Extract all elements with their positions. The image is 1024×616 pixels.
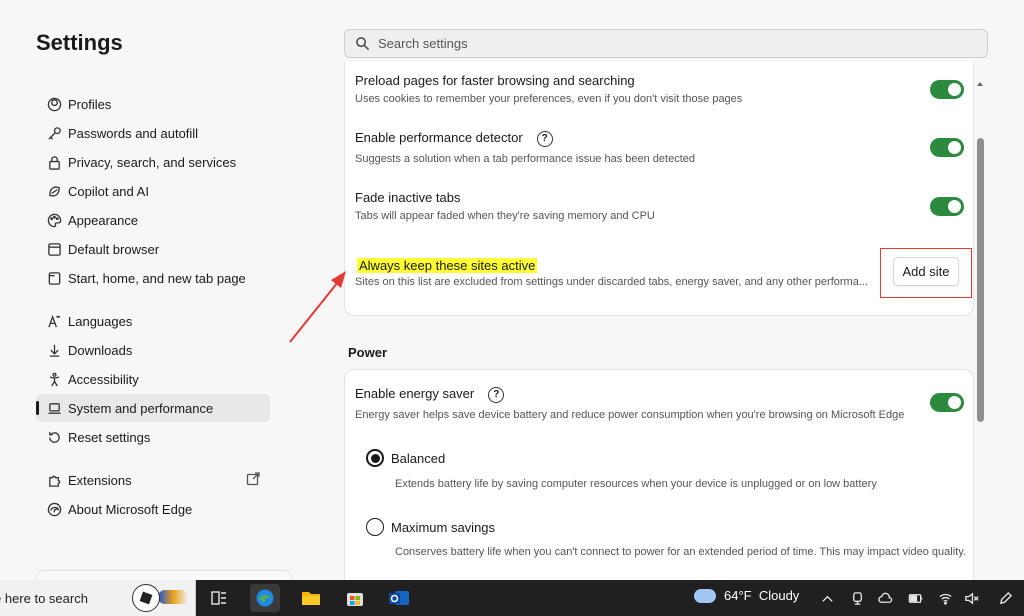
wifi-icon[interactable] [936, 589, 954, 607]
sidebar-item-label: Passwords and autofill [68, 125, 199, 141]
pen-icon[interactable] [996, 589, 1014, 607]
profile-icon [46, 96, 62, 112]
fade-tabs-description: Tabs will appear faded when they're savi… [355, 210, 655, 222]
radio-balanced[interactable] [366, 449, 384, 467]
energy-saver-title: Enable energy saver [355, 386, 475, 401]
key-icon [46, 125, 62, 141]
taskbar-search[interactable]: e here to search [0, 580, 196, 616]
sidebar-item-passwords[interactable]: Passwords and autofill [36, 119, 270, 147]
option-balanced-description: Extends battery life by saving computer … [395, 478, 877, 490]
browser-icon [46, 241, 62, 257]
performance-detector-row: Enable performance detector? [355, 130, 553, 147]
puzzle-icon [46, 472, 62, 488]
open-external-icon[interactable] [246, 472, 260, 486]
battery-icon[interactable] [906, 589, 924, 607]
preload-description: Uses cookies to remember your preference… [355, 93, 743, 105]
weather-temp: 64°F [724, 588, 752, 603]
fade-tabs-title: Fade inactive tabs [355, 190, 461, 205]
cloud-icon [694, 588, 716, 603]
sidebar-item-extensions[interactable]: Extensions [36, 466, 270, 494]
page-title: Settings [36, 30, 123, 55]
search-input[interactable] [378, 36, 938, 51]
preload-title: Preload pages for faster browsing and se… [355, 73, 635, 88]
home-icon [46, 270, 62, 286]
sidebar-item-label: Downloads [68, 342, 133, 358]
sidebar-item-label: Extensions [68, 472, 132, 488]
search-highlight-streak [158, 590, 188, 604]
outlook-icon[interactable] [384, 584, 414, 612]
edge-icon [46, 501, 62, 517]
cloud-sync-icon[interactable] [876, 589, 894, 607]
performance-detector-title: Enable performance detector [355, 130, 523, 145]
sidebar-item-accessibility[interactable]: Accessibility [36, 365, 270, 393]
sidebar-item-copilot[interactable]: Copilot and AI [36, 177, 270, 205]
sidebar-item-label: Languages [68, 313, 133, 329]
preload-toggle[interactable] [930, 80, 964, 99]
search-icon [356, 37, 370, 51]
help-icon[interactable]: ? [488, 386, 505, 403]
sidebar-item-label: Copilot and AI [68, 183, 149, 199]
option-maximum-savings-description: Conserves battery life when you can't co… [395, 546, 966, 558]
sidebar-item-label: Profiles [68, 96, 112, 112]
scrollbar-thumb[interactable] [977, 138, 984, 422]
sidebar-item-start-home[interactable]: Start, home, and new tab page [36, 264, 270, 292]
volume-muted-icon[interactable] [962, 589, 980, 607]
store-icon[interactable] [340, 584, 370, 612]
performance-detector-description: Suggests a solution when a tab performan… [355, 153, 696, 165]
webcam-icon[interactable] [848, 589, 866, 607]
sidebar-item-system-performance[interactable]: System and performance [36, 394, 270, 422]
sidebar-item-about[interactable]: About Microsoft Edge [36, 495, 270, 523]
sidebar-item-label: Accessibility [68, 371, 139, 387]
add-site-button[interactable]: Add site [893, 257, 959, 286]
keep-active-highlight: Always keep these sites active [357, 258, 538, 273]
sidebar-item-label: Reset settings [68, 429, 151, 445]
soccer-ball-icon [132, 584, 160, 612]
radio-maximum-savings[interactable] [366, 518, 384, 536]
sidebar-item-languages[interactable]: Languages [36, 307, 270, 335]
sidebar-item-profiles[interactable]: Profiles [36, 90, 270, 118]
option-maximum-savings-title: Maximum savings [391, 520, 496, 535]
sidebar-item-label: About Microsoft Edge [68, 501, 193, 517]
sidebar-item-default-browser[interactable]: Default browser [36, 235, 270, 263]
laptop-icon [46, 400, 62, 416]
energy-saver-row: Enable energy saver? [355, 386, 505, 403]
energy-saver-toggle[interactable] [930, 393, 964, 412]
power-heading: Power [348, 345, 388, 360]
keep-active-description: Sites on this list are excluded from set… [355, 276, 868, 288]
taskbar-search-text: e here to search [0, 590, 88, 606]
search-box[interactable] [344, 29, 988, 58]
palette-icon [46, 212, 62, 228]
sidebar-item-reset[interactable]: Reset settings [36, 423, 270, 451]
sidebar-item-label: Default browser [68, 241, 160, 257]
sidebar-item-label: Privacy, search, and services [68, 154, 237, 170]
keep-active-title: Always keep these sites active [357, 258, 538, 273]
languages-icon [46, 313, 62, 329]
sidebar-item-label: Start, home, and new tab page [68, 270, 246, 286]
sidebar-item-appearance[interactable]: Appearance [36, 206, 270, 234]
sidebar-item-label: Appearance [68, 212, 139, 228]
sidebar-item-privacy[interactable]: Privacy, search, and services [36, 148, 270, 176]
edge-taskbar-icon[interactable] [250, 584, 280, 612]
file-explorer-icon[interactable] [296, 584, 326, 612]
download-icon [46, 342, 62, 358]
scroll-up-icon[interactable] [976, 80, 984, 88]
accessibility-icon [46, 371, 62, 387]
reset-icon [46, 429, 62, 445]
copilot-icon [46, 183, 62, 199]
windows-taskbar: e here to search 64°F Cloudy [0, 580, 1024, 616]
sidebar-item-downloads[interactable]: Downloads [36, 336, 270, 364]
lock-icon [46, 154, 62, 170]
weather-widget[interactable]: 64°F Cloudy [694, 588, 799, 603]
performance-detector-toggle[interactable] [930, 138, 964, 157]
sidebar-item-label: System and performance [68, 400, 214, 416]
option-balanced-title: Balanced [391, 451, 446, 466]
help-icon[interactable]: ? [536, 130, 553, 147]
energy-saver-description: Energy saver helps save device battery a… [355, 409, 905, 421]
fade-tabs-toggle[interactable] [930, 197, 964, 216]
task-view-icon[interactable] [204, 584, 234, 612]
chevron-up-icon[interactable] [818, 589, 836, 607]
weather-condition: Cloudy [758, 588, 800, 603]
settings-sidebar: Settings Profiles Passwords and autofill… [0, 0, 292, 590]
